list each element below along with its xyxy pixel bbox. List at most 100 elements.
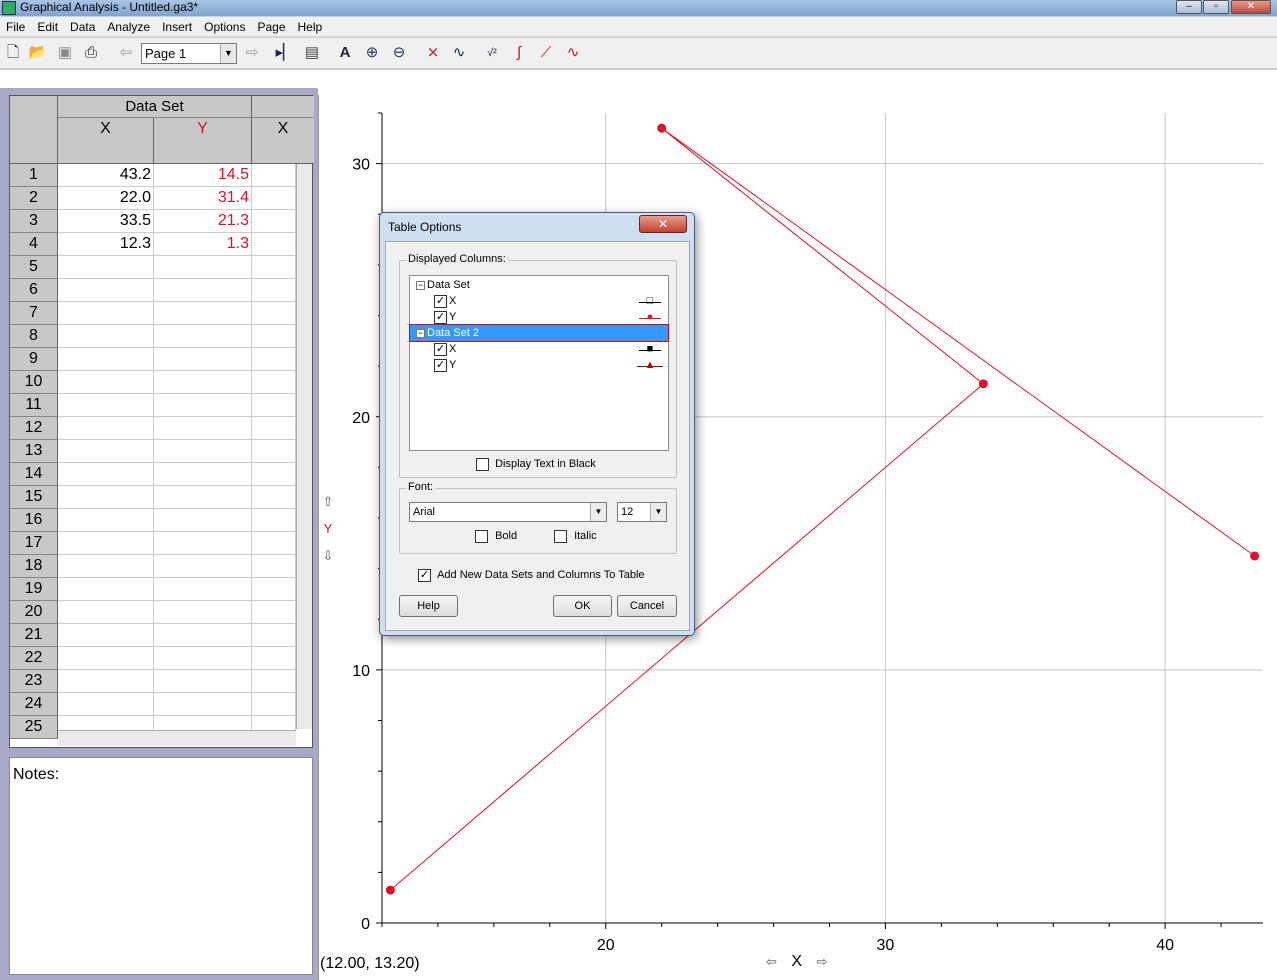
print-icon[interactable]: ⎙ bbox=[80, 42, 102, 64]
table-cell-y[interactable] bbox=[154, 256, 252, 279]
column-header-y[interactable]: Y bbox=[154, 118, 252, 164]
table-cell-x2[interactable] bbox=[252, 555, 296, 578]
chevron-down-icon[interactable]: ▼ bbox=[590, 503, 606, 521]
chevron-down-icon[interactable]: ▼ bbox=[220, 44, 236, 63]
italic-checkbox[interactable] bbox=[554, 529, 567, 543]
table-cell-y[interactable] bbox=[154, 394, 252, 417]
row-number[interactable]: 6 bbox=[10, 279, 58, 302]
left-arrow-icon[interactable]: ⇦ bbox=[766, 954, 777, 969]
column-checkbox[interactable]: ✓ bbox=[434, 310, 447, 324]
column-checkbox[interactable]: ✓ bbox=[434, 358, 447, 372]
table-cell-x[interactable] bbox=[58, 279, 154, 302]
table-cell-y[interactable] bbox=[154, 509, 252, 532]
display-black-option[interactable]: Display Text in Black bbox=[476, 457, 596, 471]
collapse-icon[interactable]: − bbox=[416, 280, 425, 290]
tangent-icon[interactable]: ∿ bbox=[448, 42, 470, 64]
menu-page[interactable]: Page bbox=[251, 17, 291, 37]
row-number[interactable]: 21 bbox=[10, 624, 58, 647]
table-cell-x[interactable] bbox=[58, 624, 154, 647]
tree-column-row[interactable]: ✓ X ■ bbox=[410, 341, 668, 357]
table-cell-x[interactable] bbox=[58, 302, 154, 325]
row-number[interactable]: 19 bbox=[10, 578, 58, 601]
help-button[interactable]: Help bbox=[399, 595, 458, 617]
menu-analyze[interactable]: Analyze bbox=[101, 17, 156, 37]
tree-dataset-row[interactable]: − Data Set 2 bbox=[409, 324, 669, 342]
table-cell-x2[interactable] bbox=[252, 256, 296, 279]
table-cell-x[interactable]: 33.5 bbox=[58, 210, 154, 233]
table-cell-x2[interactable] bbox=[252, 647, 296, 670]
menu-options[interactable]: Options bbox=[198, 17, 251, 37]
chevron-down-icon[interactable]: ▼ bbox=[650, 503, 666, 521]
table-cell-x[interactable] bbox=[58, 371, 154, 394]
table-cell-y[interactable] bbox=[154, 693, 252, 716]
minimize-button[interactable]: – bbox=[1176, 0, 1202, 14]
table-cell-y[interactable]: 14.5 bbox=[154, 164, 252, 187]
column-header-x2[interactable]: X bbox=[252, 118, 314, 164]
table-cell-y[interactable] bbox=[154, 371, 252, 394]
table-cell-x2[interactable] bbox=[252, 187, 296, 210]
table-cell-x2[interactable] bbox=[252, 394, 296, 417]
row-number[interactable]: 22 bbox=[10, 647, 58, 670]
row-number[interactable]: 16 bbox=[10, 509, 58, 532]
menu-insert[interactable]: Insert bbox=[156, 17, 198, 37]
row-number[interactable]: 15 bbox=[10, 486, 58, 509]
table-cell-x[interactable]: 43.2 bbox=[58, 164, 154, 187]
table-cell-x[interactable] bbox=[58, 440, 154, 463]
row-number[interactable]: 23 bbox=[10, 670, 58, 693]
table-cell-y[interactable]: 21.3 bbox=[154, 210, 252, 233]
table-cell-x[interactable] bbox=[58, 463, 154, 486]
row-number[interactable]: 5 bbox=[10, 256, 58, 279]
table-cell-x2[interactable] bbox=[252, 302, 296, 325]
table-cell-y[interactable] bbox=[154, 486, 252, 509]
step-icon[interactable]: ▸▏ bbox=[274, 42, 296, 64]
size-select[interactable]: 12 ▼ bbox=[617, 502, 667, 522]
table-cell-x[interactable] bbox=[58, 394, 154, 417]
italic-option[interactable]: Italic bbox=[554, 529, 597, 543]
table-cell-x2[interactable] bbox=[252, 486, 296, 509]
row-number[interactable]: 13 bbox=[10, 440, 58, 463]
table-cell-x[interactable] bbox=[58, 693, 154, 716]
display-black-checkbox[interactable] bbox=[476, 457, 489, 471]
forward-page-icon[interactable]: ⇨ bbox=[241, 42, 263, 64]
row-number[interactable]: 4 bbox=[10, 233, 58, 256]
table-cell-y[interactable] bbox=[154, 578, 252, 601]
cancel-button[interactable]: Cancel bbox=[617, 595, 677, 617]
table-cell-y[interactable] bbox=[154, 440, 252, 463]
table-cell-y[interactable] bbox=[154, 647, 252, 670]
menu-edit[interactable]: Edit bbox=[31, 17, 64, 37]
column-header-x[interactable]: X bbox=[58, 118, 154, 164]
table-cell-x[interactable] bbox=[58, 670, 154, 693]
table-cell-x[interactable] bbox=[58, 417, 154, 440]
add-new-checkbox[interactable]: ✓ bbox=[418, 568, 431, 582]
table-cell-x2[interactable] bbox=[252, 670, 296, 693]
font-select[interactable]: Arial ▼ bbox=[409, 502, 607, 522]
row-number[interactable]: 10 bbox=[10, 371, 58, 394]
horizontal-scrollbar[interactable] bbox=[58, 730, 296, 746]
table-cell-y[interactable] bbox=[154, 624, 252, 647]
notes-panel[interactable]: Notes: bbox=[9, 757, 313, 975]
menu-file[interactable]: File bbox=[0, 17, 31, 37]
table-cell-y[interactable] bbox=[154, 601, 252, 624]
table-cell-y[interactable] bbox=[154, 555, 252, 578]
table-cell-x2[interactable] bbox=[252, 210, 296, 233]
bold-option[interactable]: Bold bbox=[475, 529, 517, 543]
column-checkbox[interactable]: ✓ bbox=[434, 294, 447, 308]
row-number[interactable]: 11 bbox=[10, 394, 58, 417]
curve-fit-icon[interactable]: ∿ bbox=[562, 42, 584, 64]
statistics-icon[interactable]: √² bbox=[481, 42, 503, 64]
table-cell-x[interactable] bbox=[58, 601, 154, 624]
table-cell-x[interactable] bbox=[58, 348, 154, 371]
right-arrow-icon[interactable]: ⇨ bbox=[816, 954, 827, 969]
ok-button[interactable]: OK bbox=[553, 595, 612, 617]
bold-checkbox[interactable] bbox=[475, 529, 488, 543]
table-cell-x[interactable] bbox=[58, 256, 154, 279]
row-number[interactable]: 18 bbox=[10, 555, 58, 578]
save-icon[interactable]: ▣ bbox=[54, 42, 76, 64]
table-cell-y[interactable] bbox=[154, 670, 252, 693]
table-cell-x[interactable] bbox=[58, 578, 154, 601]
table-cell-y[interactable] bbox=[154, 325, 252, 348]
table-cell-x[interactable]: 22.0 bbox=[58, 187, 154, 210]
zoom-in-icon[interactable]: ⊕ bbox=[361, 42, 383, 64]
tree-dataset-row[interactable]: − Data Set bbox=[410, 277, 668, 293]
table-cell-x2[interactable] bbox=[252, 509, 296, 532]
